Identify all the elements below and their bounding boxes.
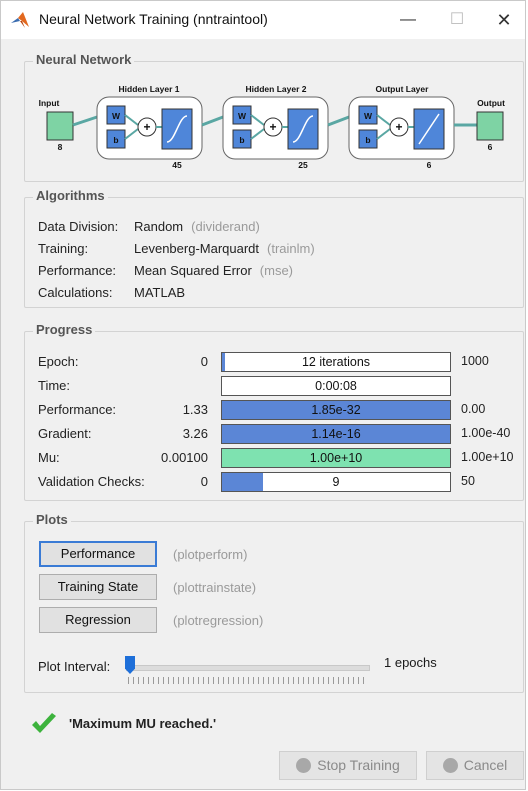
plots-panel: Plots Performance (plotperform) Training… (24, 512, 524, 693)
layer1-w-symbol: W (112, 111, 121, 121)
algorithm-label: Calculations: (38, 285, 113, 300)
progress-label: Epoch: (38, 354, 79, 369)
output-box (476, 111, 504, 141)
layer1-b-symbol: b (113, 135, 118, 145)
progress-bar: 0:00:08 (221, 376, 451, 396)
progress-label: Time: (38, 378, 71, 393)
input-label: Input (39, 98, 60, 108)
progress-end-value: 0.00 (461, 402, 486, 416)
plot-regression-function: (plotregression) (173, 613, 264, 628)
nntraintool-window: Neural Network Training (nntraintool) — … (0, 0, 526, 790)
svg-text:+: + (143, 120, 150, 134)
progress-bar-text: 12 iterations (301, 355, 371, 369)
progress-end-value: 1.00e+10 (461, 450, 514, 464)
plot-performance-function: (plotperform) (173, 547, 248, 562)
plot-performance-button[interactable]: Performance (39, 541, 157, 567)
progress-end-value: 50 (461, 474, 475, 488)
progress-bar-text: 1.85e-32 (311, 403, 361, 417)
layer3-w-symbol: W (364, 111, 373, 121)
plot-interval-value: 1 epochs (384, 655, 437, 670)
plot-regression-button[interactable]: Regression (39, 607, 157, 633)
layer1-label: Hidden Layer 1 (119, 84, 180, 94)
output-label: Output (477, 98, 505, 108)
progress-start-value: 3.26 (182, 426, 208, 441)
input-connector (72, 115, 98, 127)
output-size: 6 (488, 142, 493, 152)
layer2-size: 25 (298, 160, 308, 170)
status-message: 'Maximum MU reached.' (69, 716, 217, 731)
stop-training-button[interactable]: Stop Training (279, 751, 417, 780)
progress-bar: 1.00e+10 (221, 448, 451, 468)
layer3-b-symbol: b (365, 135, 370, 145)
progress-bar: 12 iterations (221, 352, 451, 372)
progress-bar-text: 1.00e+10 (309, 451, 363, 465)
algorithm-value: Levenberg-Marquardt (134, 241, 260, 256)
cancel-button[interactable]: Cancel (426, 751, 524, 780)
input-size: 8 (58, 142, 63, 152)
progress-bar-text: 1.14e-16 (311, 427, 361, 441)
progress-bar: 1.85e-32 (221, 400, 451, 420)
cancel-label: Cancel (463, 757, 508, 773)
progress-panel-title: Progress (33, 322, 96, 337)
progress-end-value: 1.00e-40 (461, 426, 511, 440)
progress-start-value: 1.33 (182, 402, 208, 417)
window-title: Neural Network Training (nntraintool) (39, 11, 268, 27)
minimize-button[interactable]: — (385, 1, 431, 39)
svg-text:+: + (269, 120, 276, 134)
algorithm-function: (trainlm) (267, 241, 315, 256)
input-box (46, 111, 74, 141)
checkmark-icon (32, 713, 56, 733)
algorithms-panel-title: Algorithms (33, 188, 108, 203)
cancel-icon (442, 758, 458, 773)
plots-panel-title: Plots (33, 512, 71, 527)
title-bar: Neural Network Training (nntraintool) — … (1, 1, 525, 39)
algorithm-value: Mean Squared Error (134, 263, 252, 278)
network-diagram: Input 8 Hidden Layer 1 W b + 45 Hidden L… (39, 84, 505, 170)
plot-training-state-button[interactable]: Training State (39, 574, 157, 600)
algorithm-value: MATLAB (134, 285, 186, 300)
algorithm-value: Random (134, 219, 184, 234)
plot-interval-slider-thumb[interactable] (125, 656, 135, 674)
progress-label: Gradient: (38, 426, 92, 441)
progress-end-value: 1000 (461, 354, 489, 368)
progress-bar: 1.14e-16 (221, 424, 451, 444)
algorithm-function: (mse) (259, 263, 293, 278)
plot-interval-slider-track[interactable] (126, 665, 370, 671)
progress-start-value: 0 (200, 474, 208, 489)
matlab-logo-icon (11, 12, 29, 28)
stop-icon (296, 758, 312, 773)
progress-panel: Progress Epoch: 0 12 iterations 1000 Time: 0:… (24, 322, 524, 501)
neural-network-panel: Neural Network Input 8 Hidden Layer 1 W … (24, 52, 524, 182)
progress-start-value: 0.00100 (161, 450, 208, 465)
layer1-size: 45 (172, 160, 182, 170)
layer2-w-symbol: W (238, 111, 247, 121)
maximize-button[interactable]: ☐ (434, 1, 480, 39)
layer2-label: Hidden Layer 2 (246, 84, 307, 94)
layer3-label: Output Layer (376, 84, 430, 94)
progress-bar-text: 0:00:08 (315, 379, 357, 393)
svg-text:+: + (395, 120, 402, 134)
stop-training-label: Stop Training (317, 757, 400, 773)
close-button[interactable]: ✕ (481, 1, 527, 39)
layer2-b-symbol: b (239, 135, 244, 145)
algorithm-function: (dividerand) (191, 219, 260, 234)
algorithm-label: Data Division: (38, 219, 119, 234)
progress-start-value: 0 (200, 354, 208, 369)
plot-training-state-function: (plottrainstate) (173, 580, 257, 595)
algorithm-label: Training: (38, 241, 89, 256)
plot-interval-label: Plot Interval: (38, 659, 111, 674)
progress-label: Mu: (38, 450, 60, 465)
plot-interval-ticks (128, 677, 368, 684)
algorithms-panel: Algorithms Data Division: Random (divider… (24, 188, 524, 308)
layer3-size: 6 (427, 160, 432, 170)
progress-bar-text: 9 (332, 475, 340, 489)
progress-bar: 9 (221, 472, 451, 492)
algorithm-label: Performance: (38, 263, 117, 278)
